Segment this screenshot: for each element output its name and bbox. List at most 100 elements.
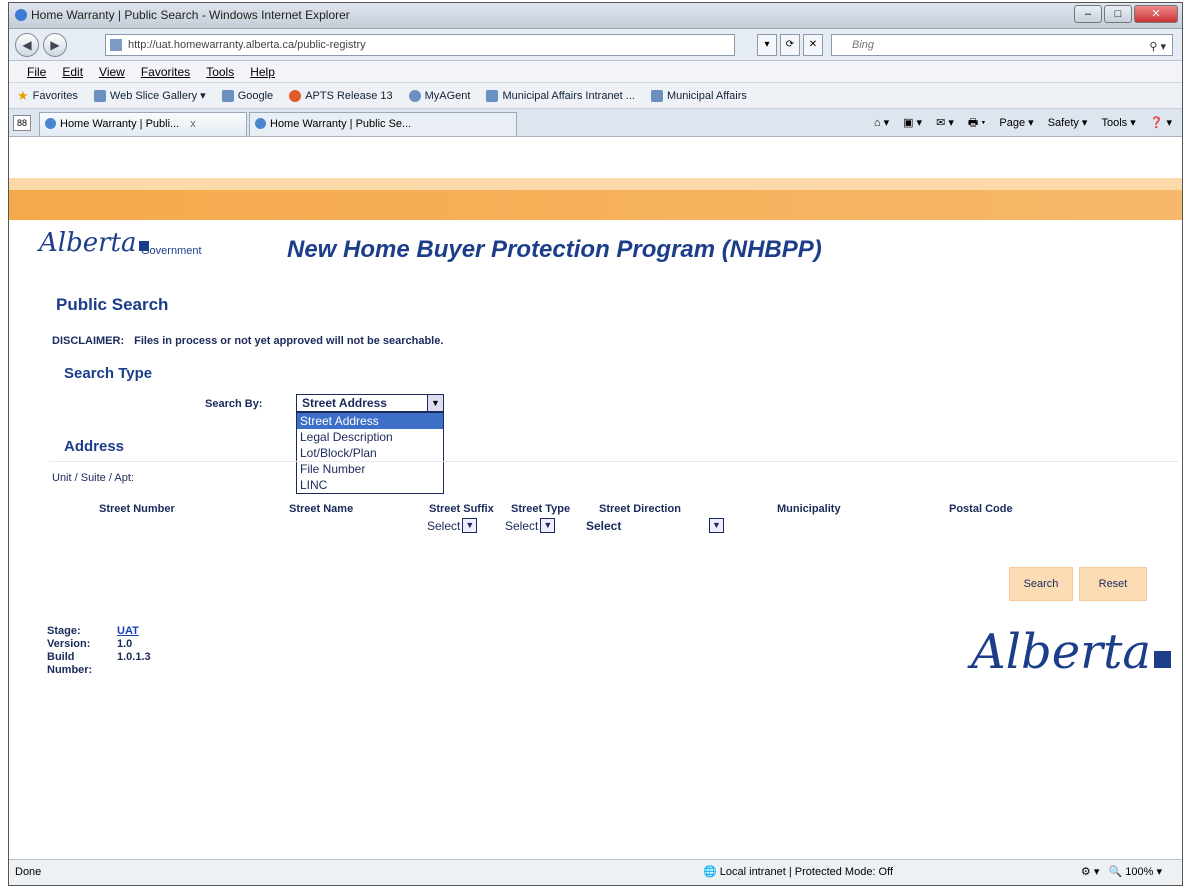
alberta-logo: Alberta — [39, 228, 149, 258]
chevron-down-icon[interactable]: ▼ — [709, 518, 724, 533]
help-icon[interactable]: ❓ ▾ — [1150, 114, 1172, 132]
meta-label: Stage: — [47, 625, 81, 637]
menu-view[interactable]: View — [99, 61, 125, 82]
maximize-button[interactable]: □ — [1104, 5, 1132, 23]
fav-myagent[interactable]: MyAGent — [408, 89, 471, 102]
chevron-down-icon[interactable]: ▼ — [427, 395, 443, 411]
option-file-number[interactable]: File Number — [297, 461, 443, 477]
url-dropdown-button[interactable]: ▾ — [757, 34, 777, 56]
fav-municipal-affairs[interactable]: Municipal Affairs — [650, 89, 747, 102]
menu-favorites[interactable]: Favorites — [141, 61, 190, 82]
window-controls: – □ ✕ — [1074, 5, 1178, 23]
meta-row-version: Version: 1.0 — [47, 638, 151, 651]
web-slice-icon — [93, 89, 106, 102]
option-linc[interactable]: LINC — [297, 477, 443, 493]
url-input[interactable]: http://uat.homewarranty.alberta.ca/publi… — [105, 34, 735, 56]
fav-label: MyAGent — [424, 89, 471, 102]
col-street-name: Street Name — [289, 503, 354, 515]
star-icon: ★ — [17, 87, 29, 103]
header-band — [9, 190, 1182, 220]
favorites-button[interactable]: ★ Favorites — [17, 88, 78, 104]
page-title: New Home Buyer Protection Program (NHBPP… — [287, 236, 822, 263]
street-direction-select[interactable]: Select ▼ — [586, 518, 724, 533]
ie-icon — [45, 118, 56, 129]
reset-button[interactable]: Reset — [1079, 567, 1147, 601]
logo-text: Alberta — [39, 228, 137, 258]
meta-value: 1.0 — [117, 638, 133, 650]
zoom-control[interactable]: ⚙ ▾ 🔍 100% ▾ — [1081, 860, 1162, 884]
url-text: http://uat.homewarranty.alberta.ca/publi… — [128, 39, 366, 51]
menu-file[interactable]: File — [27, 61, 46, 82]
menu-edit[interactable]: Edit — [62, 61, 83, 82]
fav-label: Municipal Affairs — [666, 89, 747, 102]
disclaimer: DISCLAIMER: Files in process or not yet a… — [52, 335, 453, 347]
fav-apts[interactable]: APTS Release 13 — [289, 89, 393, 102]
myagent-icon — [408, 89, 421, 102]
minimize-button[interactable]: – — [1074, 5, 1102, 23]
ie-icon — [15, 9, 27, 21]
col-street-number: Street Number — [99, 503, 175, 515]
search-by-dropdown: Street Address Legal Description Lot/Blo… — [296, 412, 444, 494]
fav-google[interactable]: Google — [221, 89, 274, 102]
zoom-level: 100% — [1125, 866, 1154, 878]
meta-row-stage: Stage: UAT — [47, 625, 151, 638]
print-icon[interactable]: 🖶 ▾ — [968, 114, 986, 132]
home-icon[interactable]: ⌂ ▾ — [874, 114, 889, 132]
safety-menu[interactable]: Safety ▾ — [1048, 114, 1088, 132]
mail-icon[interactable]: ✉ ▾ — [936, 114, 954, 132]
page-icon — [486, 89, 499, 102]
fav-label: Google — [237, 89, 274, 102]
street-suffix-value: Select — [427, 518, 461, 533]
meta-label: Build Number: — [47, 651, 93, 676]
search-placeholder: Bing — [852, 39, 875, 51]
page-menu[interactable]: Page ▾ — [999, 114, 1033, 132]
ie-icon — [255, 118, 266, 129]
menu-tools[interactable]: Tools — [206, 61, 234, 82]
public-search-heading: Public Search — [56, 295, 169, 314]
search-by-label: Search By: — [205, 398, 263, 410]
google-icon — [221, 89, 234, 102]
menu-help[interactable]: Help — [250, 61, 275, 82]
fav-web-slice-gallery[interactable]: Web Slice Gallery ▾ — [93, 89, 206, 102]
stage-link[interactable]: UAT — [117, 625, 139, 638]
meta-label: Version: — [47, 638, 91, 650]
tools-menu[interactable]: Tools ▾ — [1101, 114, 1135, 132]
window-title: Home Warranty | Public Search - Windows … — [31, 8, 350, 22]
command-bar: ⌂ ▾ ▣ ▾ ✉ ▾ 🖶 ▾ Page ▾ Safety ▾ Tools ▾ … — [874, 114, 1172, 132]
back-button[interactable]: ◀ — [15, 33, 39, 57]
security-zone: 🌐 Local intranet | Protected Mode: Off — [703, 866, 894, 878]
option-legal-description[interactable]: Legal Description — [297, 429, 443, 445]
logo-square-icon — [1154, 651, 1171, 668]
forward-button[interactable]: ▶ — [43, 33, 67, 57]
search-button[interactable]: Search — [1009, 567, 1073, 601]
tab-close-icon[interactable]: x — [190, 118, 196, 130]
favorites-label: Favorites — [32, 89, 78, 102]
close-button[interactable]: ✕ — [1134, 5, 1178, 23]
tab-home-warranty-2[interactable]: Home Warranty | Public Se... — [249, 112, 517, 136]
browser-window: Home Warranty | Public Search - Windows … — [8, 2, 1183, 886]
chevron-down-icon[interactable]: ▼ — [540, 518, 556, 533]
tab-home-warranty-1[interactable]: Home Warranty | Publi... x — [39, 112, 247, 136]
page-icon — [650, 89, 663, 102]
stop-button[interactable]: ✕ — [803, 34, 823, 56]
tab-label: Home Warranty | Publi... — [60, 118, 180, 130]
fav-municipal-intranet[interactable]: Municipal Affairs Intranet ... — [486, 89, 635, 102]
disclaimer-label: DISCLAIMER: — [52, 335, 125, 347]
government-label: Government — [141, 245, 202, 257]
quick-tabs-button[interactable]: 88 — [13, 115, 31, 131]
street-type-select[interactable]: Select ▼ — [505, 518, 556, 533]
option-street-address[interactable]: Street Address — [297, 413, 443, 429]
magnifier-icon[interactable]: ⚲ ▾ — [1149, 37, 1166, 57]
street-suffix-select[interactable]: Select ▼ — [427, 518, 478, 533]
page-icon — [110, 39, 122, 51]
col-street-direction: Street Direction — [599, 503, 681, 515]
feeds-icon[interactable]: ▣ ▾ — [903, 114, 922, 132]
logo-text: Alberta — [971, 624, 1151, 680]
search-input[interactable]: Bing ⚲ ▾ — [831, 34, 1173, 56]
page-content: Alberta Government New Home Buyer Protec… — [9, 138, 1182, 858]
option-lot-block-plan[interactable]: Lot/Block/Plan — [297, 445, 443, 461]
search-by-select[interactable]: Street Address ▼ — [296, 394, 444, 412]
chevron-down-icon[interactable]: ▼ — [462, 518, 478, 533]
refresh-button[interactable]: ⟳ — [780, 34, 800, 56]
apts-icon — [289, 89, 302, 102]
